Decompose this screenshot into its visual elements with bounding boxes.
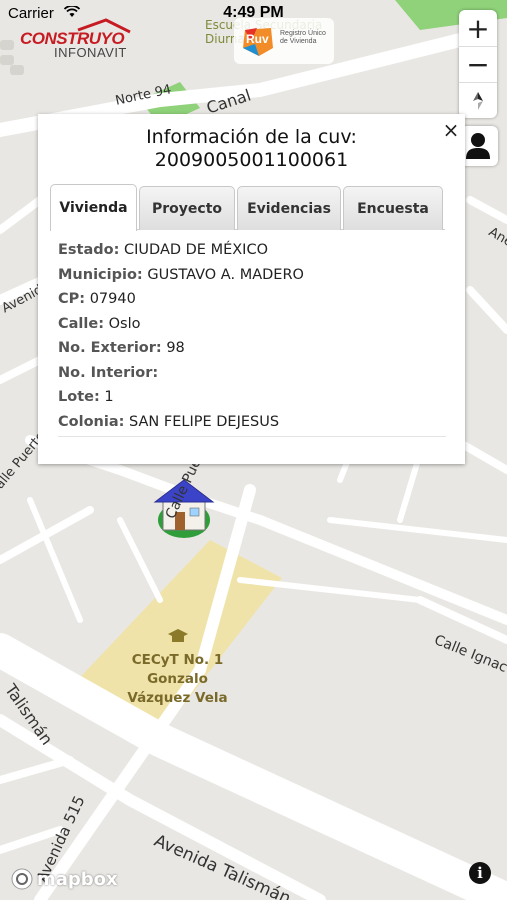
map-zoom-controls: + −: [459, 10, 497, 118]
field-lote: Lote: 1: [58, 389, 446, 414]
field-calle: Calle: Oslo: [58, 316, 446, 341]
school-name-line2: Vázquez Vela: [127, 690, 228, 706]
field-colonia: Colonia: SAN FELIPE DEJESUS: [58, 414, 446, 439]
mapbox-text: mapbox: [37, 868, 118, 890]
school-name: CECyT No. 1 Gonzalo Vázquez Vela: [100, 651, 255, 708]
field-label: No. Interior:: [58, 364, 159, 381]
compass-button[interactable]: [459, 82, 497, 118]
field-municipio: Municipio: GUSTAVO A. MADERO: [58, 267, 446, 292]
zoom-out-button[interactable]: −: [459, 46, 497, 82]
infonavit-text: INFONAVIT: [54, 45, 127, 60]
field-value: 98: [166, 340, 185, 356]
user-icon: [466, 133, 490, 159]
field-label: CP:: [58, 291, 86, 307]
divider: [58, 436, 446, 437]
vivienda-fields: Estado: CIUDAD DE MÉXICO Municipio: GUST…: [58, 242, 446, 438]
ruv-logo: Ruv Registro Único de Vivienda: [234, 18, 334, 64]
zoom-in-button[interactable]: +: [459, 10, 497, 46]
close-popup-button[interactable]: ×: [438, 116, 464, 144]
popup-title: Información de la cuv: 2009005001100061: [38, 126, 465, 172]
field-label: No. Exterior:: [58, 340, 162, 356]
school-name-line1: CECyT No. 1 Gonzalo: [131, 652, 224, 687]
field-no-exterior: No. Exterior: 98: [58, 340, 446, 365]
popup-title-label: Información de la cuv:: [146, 126, 357, 148]
tab-evidencias[interactable]: Evidencias: [237, 186, 341, 230]
field-value: CIUDAD DE MÉXICO: [124, 242, 268, 258]
field-label: Calle:: [58, 315, 104, 332]
info-button[interactable]: i: [469, 862, 491, 884]
field-label: Municipio:: [58, 266, 143, 283]
field-cp: CP: 07940: [58, 291, 446, 316]
tab-proyecto[interactable]: Proyecto: [139, 186, 235, 230]
popup-tabs: Vivienda Proyecto Evidencias Encuesta: [50, 184, 445, 231]
tab-vivienda[interactable]: Vivienda: [50, 184, 137, 231]
mapbox-logo[interactable]: mapbox: [10, 866, 118, 892]
field-label: Colonia:: [58, 413, 125, 430]
ruv-caption: Registro Único de Vivienda: [280, 30, 326, 45]
field-value: 07940: [89, 291, 136, 307]
field-estado: Estado: CIUDAD DE MÉXICO: [58, 242, 446, 267]
tab-encuesta[interactable]: Encuesta: [343, 186, 443, 230]
popup-cuv-number: 2009005001100061: [154, 149, 349, 171]
mapbox-icon: [11, 868, 33, 890]
field-label: Estado:: [58, 242, 120, 258]
cuv-info-popup: Información de la cuv: 2009005001100061 …: [38, 114, 465, 464]
field-value: SAN FELIPE DEJESUS: [129, 413, 280, 430]
field-no-interior: No. Interior:: [58, 365, 446, 390]
compass-icon: [473, 91, 483, 110]
field-value: 1: [104, 389, 114, 405]
construyo-logo: CONSTRUYO INFONAVIT: [16, 18, 134, 62]
ruv-text: Ruv: [246, 32, 269, 46]
field-value: GUSTAVO A. MADERO: [147, 266, 304, 283]
field-label: Lote:: [58, 389, 100, 405]
field-value: Oslo: [108, 315, 141, 332]
